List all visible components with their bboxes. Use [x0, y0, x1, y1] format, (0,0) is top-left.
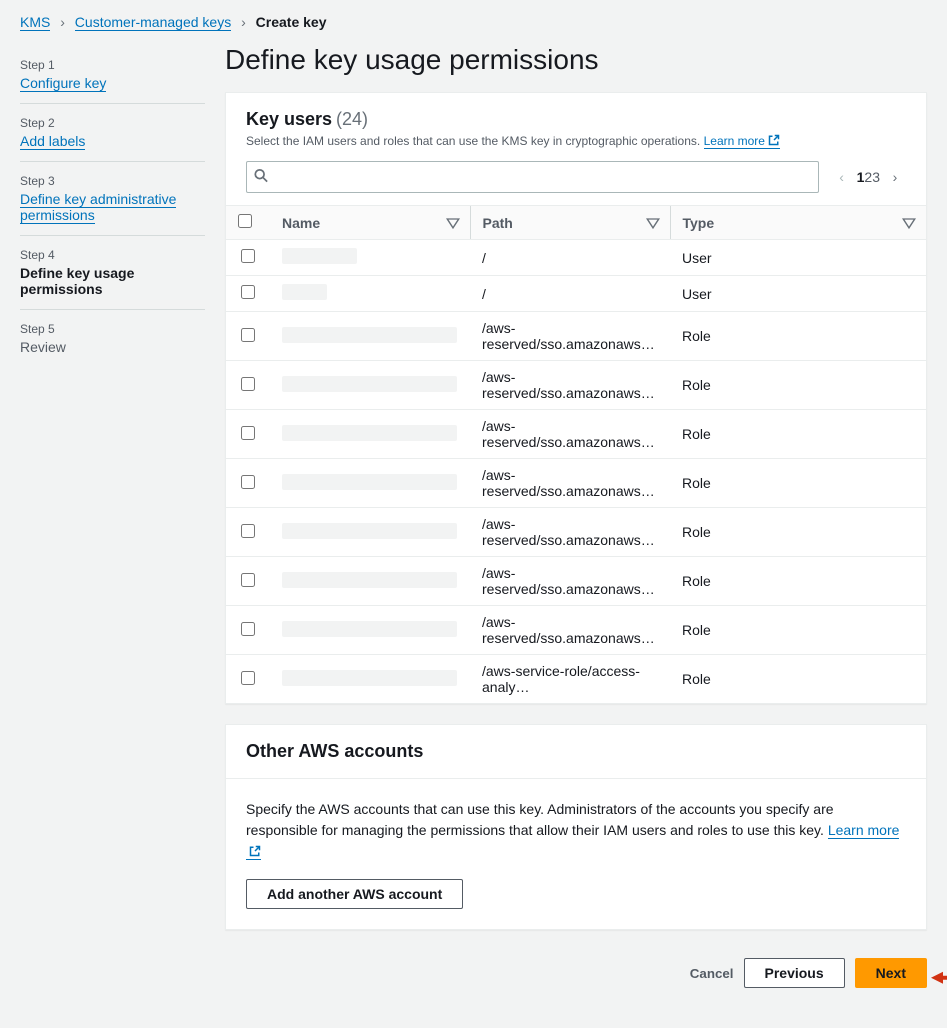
redacted-name — [282, 425, 457, 441]
cell-path: /aws-service-role/access-analy… — [470, 655, 670, 704]
cell-path: /aws-reserved/sso.amazonaws… — [470, 361, 670, 410]
page-next[interactable]: › — [884, 169, 906, 185]
col-name[interactable]: Name▽ — [270, 206, 470, 240]
key-users-panel: Key users (24) Select the IAM users and … — [225, 92, 927, 704]
other-accounts-panel: Other AWS accounts Specify the AWS accou… — [225, 724, 927, 930]
cell-type: User — [670, 276, 926, 312]
breadcrumb-current: Create key — [256, 14, 327, 30]
redacted-name — [282, 376, 457, 392]
step-label: Step 3 — [20, 174, 205, 188]
chevron-right-icon: › — [60, 14, 65, 30]
breadcrumb-cmk[interactable]: Customer-managed keys — [75, 14, 231, 31]
step-label: Step 4 — [20, 248, 205, 262]
pagination: ‹ 123 › — [831, 169, 906, 185]
external-link-icon — [768, 134, 780, 149]
sort-icon: ▽ — [446, 215, 459, 231]
redacted-name — [282, 572, 457, 588]
wizard-steps: Step 1 Configure key Step 2 Add labels Step … — [20, 38, 225, 1008]
redacted-name — [282, 474, 457, 490]
other-accounts-title: Other AWS accounts — [226, 725, 926, 779]
chevron-right-icon: › — [241, 14, 246, 30]
redacted-name — [282, 621, 457, 637]
table-row: /aws-reserved/sso.amazonaws…Role — [226, 557, 926, 606]
select-all-checkbox[interactable] — [238, 214, 252, 228]
previous-button[interactable]: Previous — [744, 958, 845, 988]
redacted-name — [282, 670, 457, 686]
breadcrumb: KMS › Customer-managed keys › Create key — [0, 0, 947, 38]
col-type[interactable]: Type▽ — [670, 206, 926, 240]
step-link[interactable]: Add labels — [20, 133, 85, 150]
table-row: /aws-reserved/sso.amazonaws…Role — [226, 312, 926, 361]
cell-type: Role — [670, 655, 926, 704]
page-title: Define key usage permissions — [225, 44, 927, 76]
cell-path: /aws-reserved/sso.amazonaws… — [470, 606, 670, 655]
breadcrumb-kms[interactable]: KMS — [20, 14, 50, 31]
table-row: /aws-reserved/sso.amazonaws…Role — [226, 410, 926, 459]
step-title: Review — [20, 339, 205, 355]
cell-type: Role — [670, 459, 926, 508]
step-title: Define key usage permissions — [20, 265, 205, 297]
cell-path: /aws-reserved/sso.amazonaws… — [470, 312, 670, 361]
step-label: Step 2 — [20, 116, 205, 130]
users-table: Name▽ Path▽ Type▽ /User/User/aws-reserve… — [226, 205, 926, 703]
row-checkbox[interactable] — [241, 328, 255, 342]
row-checkbox[interactable] — [241, 377, 255, 391]
add-account-button[interactable]: Add another AWS account — [246, 879, 463, 909]
redacted-name — [282, 284, 327, 300]
cell-path: / — [470, 276, 670, 312]
sort-icon: ▽ — [903, 215, 916, 231]
cell-type: Role — [670, 508, 926, 557]
table-row: /aws-reserved/sso.amazonaws…Role — [226, 459, 926, 508]
row-checkbox[interactable] — [241, 426, 255, 440]
col-path[interactable]: Path▽ — [470, 206, 670, 240]
cell-type: Role — [670, 361, 926, 410]
redacted-name — [282, 248, 357, 264]
cell-path: /aws-reserved/sso.amazonaws… — [470, 508, 670, 557]
row-checkbox[interactable] — [241, 249, 255, 263]
cell-path: / — [470, 240, 670, 276]
page-prev: ‹ — [831, 169, 853, 185]
learn-more-link[interactable]: Learn more — [704, 134, 780, 149]
table-row: /aws-reserved/sso.amazonaws…Role — [226, 508, 926, 557]
cell-path: /aws-reserved/sso.amazonaws… — [470, 410, 670, 459]
redacted-name — [282, 327, 457, 343]
next-button[interactable]: Next — [855, 958, 927, 988]
key-users-count: (24) — [336, 109, 368, 129]
page-number[interactable]: 3 — [872, 169, 880, 185]
row-checkbox[interactable] — [241, 524, 255, 538]
row-checkbox[interactable] — [241, 475, 255, 489]
cell-type: Role — [670, 312, 926, 361]
annotation-arrow-icon — [931, 970, 947, 986]
key-users-title: Key users — [246, 109, 332, 129]
table-row: /User — [226, 276, 926, 312]
step-link[interactable]: Define key administrative permissions — [20, 191, 176, 224]
cell-path: /aws-reserved/sso.amazonaws… — [470, 459, 670, 508]
step-label: Step 1 — [20, 58, 205, 72]
sort-icon: ▽ — [646, 215, 659, 231]
footer-actions: Cancel Previous Next — [225, 950, 927, 1008]
table-row: /aws-reserved/sso.amazonaws…Role — [226, 606, 926, 655]
key-users-desc: Select the IAM users and roles that can … — [246, 134, 906, 149]
step-link[interactable]: Configure key — [20, 75, 106, 92]
cell-type: Role — [670, 606, 926, 655]
search-input[interactable] — [246, 161, 819, 193]
cell-type: Role — [670, 410, 926, 459]
row-checkbox[interactable] — [241, 285, 255, 299]
step-label: Step 5 — [20, 322, 205, 336]
cell-path: /aws-reserved/sso.amazonaws… — [470, 557, 670, 606]
other-accounts-desc: Specify the AWS accounts that can use th… — [246, 799, 906, 863]
search-icon — [254, 169, 268, 186]
external-link-icon — [249, 842, 261, 863]
table-row: /aws-reserved/sso.amazonaws…Role — [226, 361, 926, 410]
cancel-button[interactable]: Cancel — [690, 966, 734, 981]
redacted-name — [282, 523, 457, 539]
table-row: /User — [226, 240, 926, 276]
row-checkbox[interactable] — [241, 671, 255, 685]
table-row: /aws-service-role/access-analy…Role — [226, 655, 926, 704]
row-checkbox[interactable] — [241, 622, 255, 636]
cell-type: Role — [670, 557, 926, 606]
cell-type: User — [670, 240, 926, 276]
row-checkbox[interactable] — [241, 573, 255, 587]
